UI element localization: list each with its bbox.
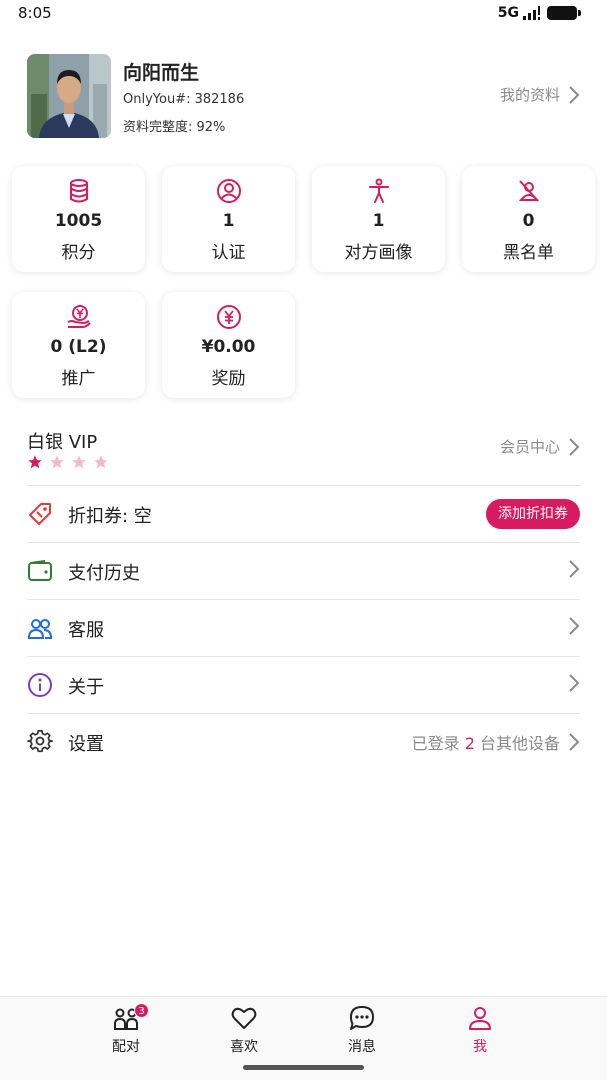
stat-card-verification[interactable]: 1 认证 (162, 166, 295, 272)
my-profile-label: 我的资料 (499, 86, 560, 104)
nav-label: 我 (473, 1039, 487, 1055)
nav-label: 喜欢 (230, 1039, 258, 1055)
stat-value: 0 (L2) (50, 337, 107, 357)
menu-row-about[interactable]: 关于 (27, 657, 580, 714)
stat-value: 1005 (54, 211, 103, 231)
status-bar: 8:05 5G (0, 0, 607, 28)
blocked-user-icon (518, 180, 539, 202)
profile-completeness: 资料完整度: 92% (123, 120, 226, 135)
menu-row-coupon: 折扣券: 空 添加折扣券 (27, 486, 580, 543)
profile-name: 向阳而生 (123, 62, 200, 84)
star-empty-icon (94, 455, 108, 469)
nav-tab-match[interactable]: 3 配对 (86, 1003, 166, 1055)
nav-label: 配对 (112, 1039, 140, 1055)
payment-history-label: 支付历史 (68, 563, 140, 584)
devices-status-suffix: 台其他设备 (479, 734, 560, 753)
settings-status: 已登录 2 台其他设备 (412, 730, 580, 754)
stat-label: 奖励 (211, 369, 246, 389)
signal-icon (523, 6, 540, 20)
user-photo (27, 54, 111, 138)
my-profile-link[interactable]: 我的资料 (500, 84, 580, 105)
stat-value: 1 (222, 211, 235, 231)
menu-row-support[interactable]: 客服 (27, 600, 580, 657)
status-icons: 5G (497, 5, 581, 21)
info-icon (28, 673, 52, 697)
battery-icon (547, 6, 581, 20)
settings-label: 设置 (68, 734, 104, 755)
stat-card-blacklist[interactable]: 0 黑名单 (462, 166, 595, 272)
stat-value: 1 (372, 211, 385, 231)
stat-card-rewards[interactable]: ¥0.00 奖励 (162, 292, 295, 398)
wallet-icon (28, 560, 52, 581)
row-chevron (568, 673, 580, 693)
profile-header[interactable]: 向阳而生 OnlyYou#: 382186 资料完整度: 92% 我的资料 (27, 54, 580, 138)
vip-row[interactable]: 白银 VIP 会员中心 (27, 424, 580, 486)
heart-icon (231, 1007, 257, 1029)
tag-icon (29, 503, 51, 525)
chevron-right-icon (569, 85, 580, 104)
stat-label: 黑名单 (503, 243, 554, 263)
stat-label: 对方画像 (344, 243, 413, 263)
chevron-right-icon (569, 560, 580, 578)
network-label: 5G (497, 5, 519, 21)
chevron-right-icon (569, 733, 580, 751)
vip-title: 白银 VIP (27, 432, 98, 453)
verified-user-icon (216, 179, 241, 203)
stat-label: 推广 (61, 369, 96, 389)
database-icon (69, 179, 88, 203)
devices-status-text: 已登录 2 台其他设备 (412, 730, 560, 754)
match-badge: 3 (134, 1003, 149, 1018)
star-empty-icon (50, 455, 64, 469)
stat-card-portrait[interactable]: 1 对方画像 (312, 166, 445, 272)
about-label: 关于 (68, 677, 104, 698)
nav-label: 消息 (348, 1039, 376, 1055)
profile-id: OnlyYou#: 382186 (123, 92, 245, 107)
avatar[interactable] (27, 54, 111, 138)
menu-row-payment-history[interactable]: 支付历史 (27, 543, 580, 600)
nav-tab-likes[interactable]: 喜欢 (204, 1003, 284, 1055)
row-chevron (568, 559, 580, 579)
bottom-nav: 3 配对 喜欢 消息 我 (0, 996, 607, 1080)
chevron-right-icon (569, 437, 580, 456)
nav-tab-messages[interactable]: 消息 (322, 1003, 402, 1055)
yuan-circle-icon (216, 305, 241, 329)
profile-icon (469, 1007, 491, 1030)
nav-tab-me[interactable]: 我 (440, 1003, 520, 1055)
yuan-hand-icon (67, 305, 91, 328)
support-label: 客服 (68, 620, 104, 641)
users-icon (27, 619, 53, 639)
devices-status-prefix: 已登录 (411, 734, 460, 753)
member-center-label: 会员中心 (499, 438, 560, 456)
person-figure-icon (368, 178, 389, 203)
row-chevron (568, 616, 580, 636)
chevron-right-icon (569, 674, 580, 692)
stat-value: ¥0.00 (201, 337, 256, 357)
gear-icon (27, 730, 53, 753)
chevron-right-icon (569, 617, 580, 635)
star-empty-icon (72, 455, 86, 469)
stat-label: 积分 (61, 243, 96, 263)
stat-card-promotion[interactable]: 0 (L2) 推广 (12, 292, 145, 398)
menu-row-settings[interactable]: 设置 已登录 2 台其他设备 (27, 714, 580, 771)
member-center-link[interactable]: 会员中心 (500, 436, 580, 457)
stat-card-points[interactable]: 1005 积分 (12, 166, 145, 272)
devices-count: 2 (464, 734, 475, 753)
home-indicator[interactable] (243, 1065, 364, 1070)
chat-icon (350, 1006, 374, 1030)
stat-label: 认证 (211, 243, 246, 263)
stat-value: 0 (522, 211, 535, 231)
vip-stars (27, 454, 109, 470)
add-coupon-button[interactable]: 添加折扣券 (486, 499, 580, 529)
star-filled-icon (28, 455, 42, 469)
coupon-label: 折扣券: 空 (68, 506, 152, 527)
status-time: 8:05 (18, 4, 52, 22)
